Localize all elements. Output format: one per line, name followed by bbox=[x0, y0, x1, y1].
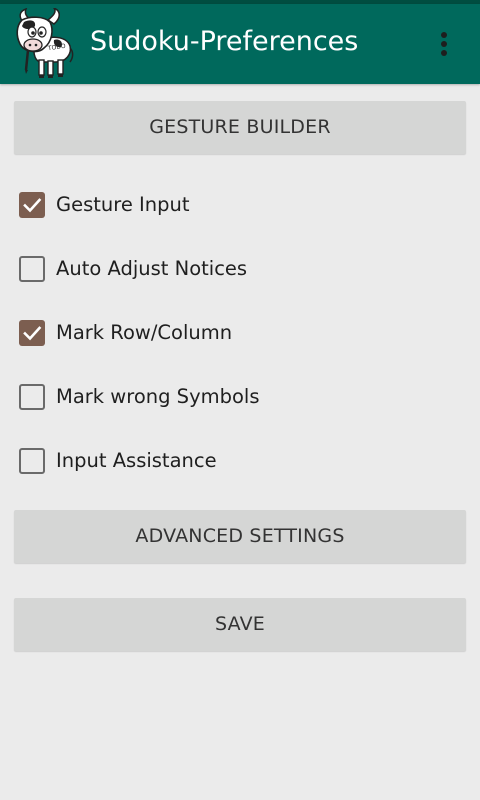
preference-label: Mark Row/Column bbox=[56, 321, 233, 344]
cow-mascot-icon: TODO bbox=[10, 6, 76, 80]
page-title: Sudoku-Preferences bbox=[90, 26, 359, 57]
preference-mark-row-column[interactable]: Mark Row/Column bbox=[14, 309, 466, 357]
checkbox-unchecked-icon[interactable] bbox=[19, 448, 45, 474]
preference-label: Auto Adjust Notices bbox=[56, 257, 248, 280]
app-bar: TODO Sudoku-Preferences bbox=[0, 4, 480, 84]
preference-label: Input Assistance bbox=[56, 449, 217, 472]
checkbox-checked-icon[interactable] bbox=[19, 320, 45, 346]
gesture-builder-button[interactable]: GESTURE BUILDER bbox=[14, 101, 466, 154]
overflow-menu-icon[interactable] bbox=[424, 18, 464, 68]
checkbox-unchecked-icon[interactable] bbox=[19, 256, 45, 282]
preference-mark-wrong-symbols[interactable]: Mark wrong Symbols bbox=[14, 373, 466, 421]
preference-input-assistance[interactable]: Input Assistance bbox=[14, 437, 466, 485]
advanced-settings-button[interactable]: ADVANCED SETTINGS bbox=[14, 510, 466, 563]
preference-auto-adjust-notices[interactable]: Auto Adjust Notices bbox=[14, 245, 466, 293]
preference-label: Gesture Input bbox=[56, 193, 190, 216]
checkbox-unchecked-icon[interactable] bbox=[19, 384, 45, 410]
save-button[interactable]: SAVE bbox=[14, 598, 466, 651]
preference-gesture-input[interactable]: Gesture Input bbox=[14, 181, 466, 229]
checkbox-checked-icon[interactable] bbox=[19, 192, 45, 218]
preference-label: Mark wrong Symbols bbox=[56, 385, 260, 408]
